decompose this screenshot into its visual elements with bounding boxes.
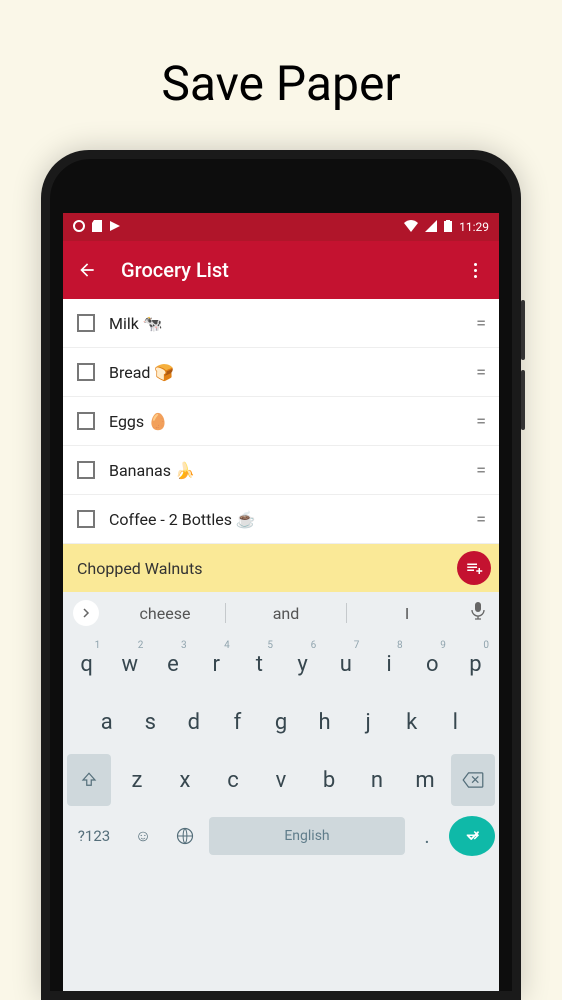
key-i[interactable]: i8 [369, 638, 408, 690]
app-title: Grocery List [121, 258, 465, 282]
checkbox[interactable] [77, 461, 95, 479]
phone-frame: 11:29 Grocery List Milk 🐄 = [41, 150, 521, 1000]
drag-handle-icon[interactable]: = [476, 509, 485, 530]
list-item[interactable]: Bread 🍞 = [63, 348, 499, 397]
key-k[interactable]: k [392, 696, 432, 748]
list-item[interactable]: Coffee - 2 Bottles ☕ = [63, 495, 499, 544]
key-c[interactable]: c [211, 754, 255, 806]
key-y[interactable]: y6 [283, 638, 322, 690]
key-m[interactable]: m [403, 754, 447, 806]
item-label: Bread 🍞 [109, 363, 476, 382]
back-button[interactable] [77, 260, 97, 280]
phone-bezel: 11:29 Grocery List Milk 🐄 = [50, 159, 512, 991]
battery-icon [444, 220, 452, 235]
key-h[interactable]: h [305, 696, 345, 748]
page-headline: Save Paper [0, 0, 562, 112]
add-item-button[interactable] [457, 551, 491, 585]
item-label: Bananas 🍌 [109, 461, 476, 480]
key-t[interactable]: t5 [240, 638, 279, 690]
checkbox[interactable] [77, 363, 95, 381]
key-f[interactable]: f [218, 696, 258, 748]
suggestion-3[interactable]: I [347, 604, 467, 623]
enter-key[interactable] [449, 816, 495, 856]
backspace-key[interactable] [451, 754, 495, 806]
suggestion-1[interactable]: cheese [105, 604, 225, 623]
list-item[interactable]: Bananas 🍌 = [63, 446, 499, 495]
overflow-menu-button[interactable] [465, 263, 485, 278]
key-a[interactable]: a [87, 696, 127, 748]
key-r[interactable]: r4 [197, 638, 236, 690]
expand-suggestions-button[interactable] [73, 600, 99, 626]
key-x[interactable]: x [163, 754, 207, 806]
key-d[interactable]: d [174, 696, 214, 748]
wifi-icon [404, 220, 418, 235]
app-bar: Grocery List [63, 241, 499, 299]
key-j[interactable]: j [348, 696, 388, 748]
keyboard-row-1: q1 w2 e3 r4 t5 y6 u7 i8 o9 p0 [67, 638, 495, 690]
key-s[interactable]: s [131, 696, 171, 748]
spacebar[interactable]: English [209, 817, 405, 855]
play-store-icon [109, 220, 121, 235]
add-item-row: Chopped Walnuts [63, 544, 499, 592]
keyboard: q1 w2 e3 r4 t5 y6 u7 i8 o9 p0 a s d f g [63, 634, 499, 991]
key-n[interactable]: n [355, 754, 399, 806]
drag-handle-icon[interactable]: = [476, 313, 485, 334]
clock-text: 11:29 [459, 220, 489, 234]
record-icon [73, 220, 85, 235]
mic-icon[interactable] [467, 602, 489, 624]
checkbox[interactable] [77, 314, 95, 332]
key-p[interactable]: p0 [456, 638, 495, 690]
item-label: Milk 🐄 [109, 314, 476, 333]
list-item[interactable]: Milk 🐄 = [63, 299, 499, 348]
item-label: Coffee - 2 Bottles ☕ [109, 510, 476, 529]
key-e[interactable]: e3 [153, 638, 192, 690]
key-l[interactable]: l [435, 696, 475, 748]
key-z[interactable]: z [115, 754, 159, 806]
keyboard-row-bottom: ?123 ☺ English . [67, 812, 495, 860]
key-q[interactable]: q1 [67, 638, 106, 690]
grocery-list: Milk 🐄 = Bread 🍞 = Eggs 🥚 = Bananas 🍌 = [63, 299, 499, 544]
key-w[interactable]: w2 [110, 638, 149, 690]
drag-handle-icon[interactable]: = [476, 460, 485, 481]
add-item-input[interactable]: Chopped Walnuts [77, 559, 457, 578]
language-key[interactable] [165, 814, 205, 858]
key-u[interactable]: u7 [326, 638, 365, 690]
volume-up-button [521, 300, 525, 360]
shift-key[interactable] [67, 754, 111, 806]
screen: 11:29 Grocery List Milk 🐄 = [63, 213, 499, 991]
key-b[interactable]: b [307, 754, 351, 806]
suggestion-2[interactable]: and [226, 604, 346, 623]
checkbox[interactable] [77, 412, 95, 430]
keyboard-row-3: z x c v b n m [67, 754, 495, 806]
keyboard-suggestion-bar: cheese and I [63, 592, 499, 634]
item-label: Eggs 🥚 [109, 412, 476, 431]
list-item[interactable]: Eggs 🥚 = [63, 397, 499, 446]
drag-handle-icon[interactable]: = [476, 411, 485, 432]
drag-handle-icon[interactable]: = [476, 362, 485, 383]
symbols-key[interactable]: ?123 [67, 814, 121, 858]
key-v[interactable]: v [259, 754, 303, 806]
period-key[interactable]: . [409, 814, 445, 858]
emoji-key[interactable]: ☺ [125, 814, 161, 858]
checkbox[interactable] [77, 510, 95, 528]
key-g[interactable]: g [261, 696, 301, 748]
key-o[interactable]: o9 [413, 638, 452, 690]
status-bar: 11:29 [63, 213, 499, 241]
sd-card-icon [92, 220, 102, 235]
volume-down-button [521, 370, 525, 430]
keyboard-row-2: a s d f g h j k l [67, 696, 495, 748]
signal-icon [425, 220, 437, 235]
